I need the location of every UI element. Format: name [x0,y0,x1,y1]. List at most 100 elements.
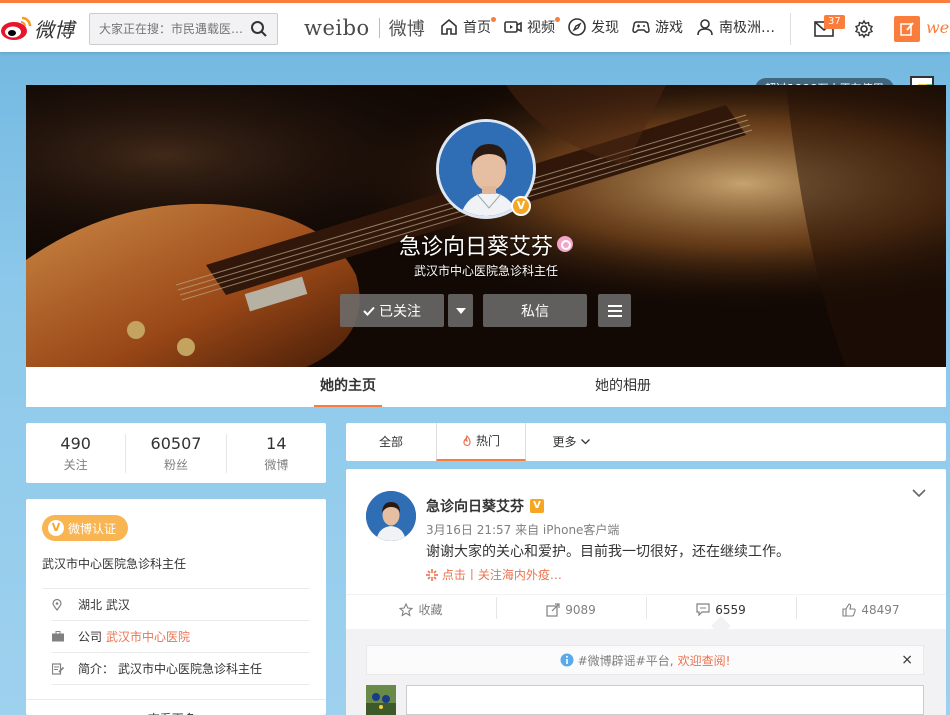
brand-english: weibo [304,16,370,40]
stat-following-label: 关注 [63,457,88,472]
nav-home[interactable]: 首页 [439,17,496,37]
intro-value: 武汉市中心医院急诊科主任 [118,662,263,676]
verification-badge[interactable]: V 微博认证 [42,515,129,541]
nav-video[interactable]: 视频 [503,17,560,37]
brand-wordmark[interactable]: weibo 微博 [304,15,425,41]
verification-label: 微博认证 [68,521,117,536]
search-input[interactable] [90,15,242,43]
nav-profile-label: 南极洲… [719,20,775,36]
post-avatar[interactable] [366,491,416,541]
tab-home[interactable]: 她的主页 [314,367,382,407]
following-button[interactable]: 已关注 [340,294,444,327]
nav-video-dot [555,17,560,22]
pencil-icon [900,22,914,36]
flame-icon [463,435,471,447]
mail-badge: 37 [824,15,845,29]
female-icon [557,236,573,252]
nav-home-label: 首页 [463,20,491,36]
like-button[interactable]: 48497 [796,595,946,624]
post-options-chevron-icon[interactable] [912,489,926,498]
profile-description: 武汉市中心医院急诊科主任 [413,264,558,278]
verified-badge: V [511,196,531,216]
video-icon [504,21,522,33]
comment-area: #微博辟谣#平台, 欢迎查阅! × [346,629,946,715]
nav-discover[interactable]: 发现 [567,17,619,37]
profile-tabs: 她的主页 她的相册 [26,367,946,407]
sparkle-icon [426,569,438,581]
nav-video-label: 视频 [527,20,555,36]
like-count: 48497 [861,602,900,617]
weibo-logo[interactable]: 微博 [0,12,74,44]
location-pin-icon [52,598,62,611]
user-avatar-image [366,685,396,715]
post-meta[interactable]: 3月16日 21:57 来自 iPhone客户端 [426,521,619,538]
see-more-link[interactable]: 查看更多 › [26,699,326,715]
intro-label: 简介： [78,662,115,676]
nav-divider [790,13,791,45]
tab-more[interactable]: 更多 [526,423,616,461]
stat-followers-label: 粉丝 [163,457,188,472]
company-link[interactable]: 武汉市中心医院 [106,628,190,645]
user-icon [697,19,713,36]
favorite-button[interactable]: 收藏 [346,595,496,624]
repost-button[interactable]: 9089 [496,595,646,624]
verification-title: 武汉市中心医院急诊科主任 [42,555,310,589]
rumor-link[interactable]: 欢迎查阅! [678,652,731,669]
comment-count: 6559 [715,602,746,617]
nav-games[interactable]: 游戏 [631,17,683,37]
post-text: 谢谢大家的关心和爱护。目前我一切很好，还在继续工作。 [426,544,790,560]
nav-profile[interactable]: 南极洲… [695,17,775,37]
stat-following-value: 490 [60,433,91,453]
verified-mark: V [530,499,544,513]
follow-dropdown-button[interactable] [448,294,473,327]
tab-hot-label: 热门 [475,434,500,448]
info-location: 湖北 武汉 [52,589,310,621]
comment-icon [696,603,710,616]
nav-games-label: 游戏 [655,20,683,36]
post-avatar-portrait [366,491,416,541]
compose-button[interactable] [894,16,920,42]
nav-discover-label: 发现 [591,20,619,36]
message-button[interactable]: 私信 [483,294,587,327]
compass-icon [568,18,586,36]
profile-info-card: V 微博认证 武汉市中心医院急诊科主任 湖北 武汉 公司 武汉市中心医院 简介：… [26,499,326,715]
post-actions: 收藏 9089 6559 48497 [346,594,946,624]
tab-album[interactable]: 她的相册 [589,367,657,407]
chevron-down-icon [580,439,590,445]
profile-cover: V 急诊向日葵艾芬 武汉市中心医院急诊科主任 已关注 私信 [26,85,946,367]
profile-name: 急诊向日葵艾芬 [398,235,553,260]
stat-posts[interactable]: 14 微博 [227,434,326,473]
rumor-notice: #微博辟谣#平台, 欢迎查阅! × [366,645,924,675]
star-icon [399,602,414,617]
stat-followers[interactable]: 60507 粉丝 [126,433,227,473]
comment-button[interactable]: 6559 [646,595,796,624]
more-menu-button[interactable] [598,294,631,327]
tab-hot[interactable]: 热门 [436,423,526,461]
current-user-avatar[interactable] [366,685,396,715]
weibo-post: 急诊向日葵艾芬 V 3月16日 21:57 来自 iPhone客户端 谢谢大家的… [346,469,946,715]
stats-card: 490 关注 60507 粉丝 14 微博 [26,423,326,483]
comment-input[interactable] [406,685,924,715]
tab-all[interactable]: 全部 [346,423,436,461]
search-box [89,13,278,45]
following-label: 已关注 [379,303,421,320]
repost-count: 9089 [565,602,596,617]
compose-brand-text: we [926,18,950,37]
post-topic-link[interactable]: 点击丨关注海内外疫… [426,566,562,583]
home-icon [441,18,457,35]
post-author[interactable]: 急诊向日葵艾芬 V [426,496,544,516]
brand-chinese: 微博 [388,19,425,40]
brand-divider [378,18,380,38]
gear-icon[interactable] [854,19,874,39]
location-value: 湖北 武汉 [78,598,130,612]
stat-following[interactable]: 490 关注 [26,433,127,473]
share-icon [546,602,560,617]
post-topic-text: 点击丨关注海内外疫… [441,568,562,582]
weibo-eye-icon [1,16,32,40]
company-label: 公司 [78,630,103,644]
search-icon[interactable] [250,20,268,38]
gamepad-icon [632,21,650,33]
top-nav-bar: 微博 weibo 微博 首页 视频 发现 游戏 [0,0,950,52]
info-company: 公司 武汉市中心医院 [52,621,310,653]
close-icon[interactable]: × [901,652,913,668]
